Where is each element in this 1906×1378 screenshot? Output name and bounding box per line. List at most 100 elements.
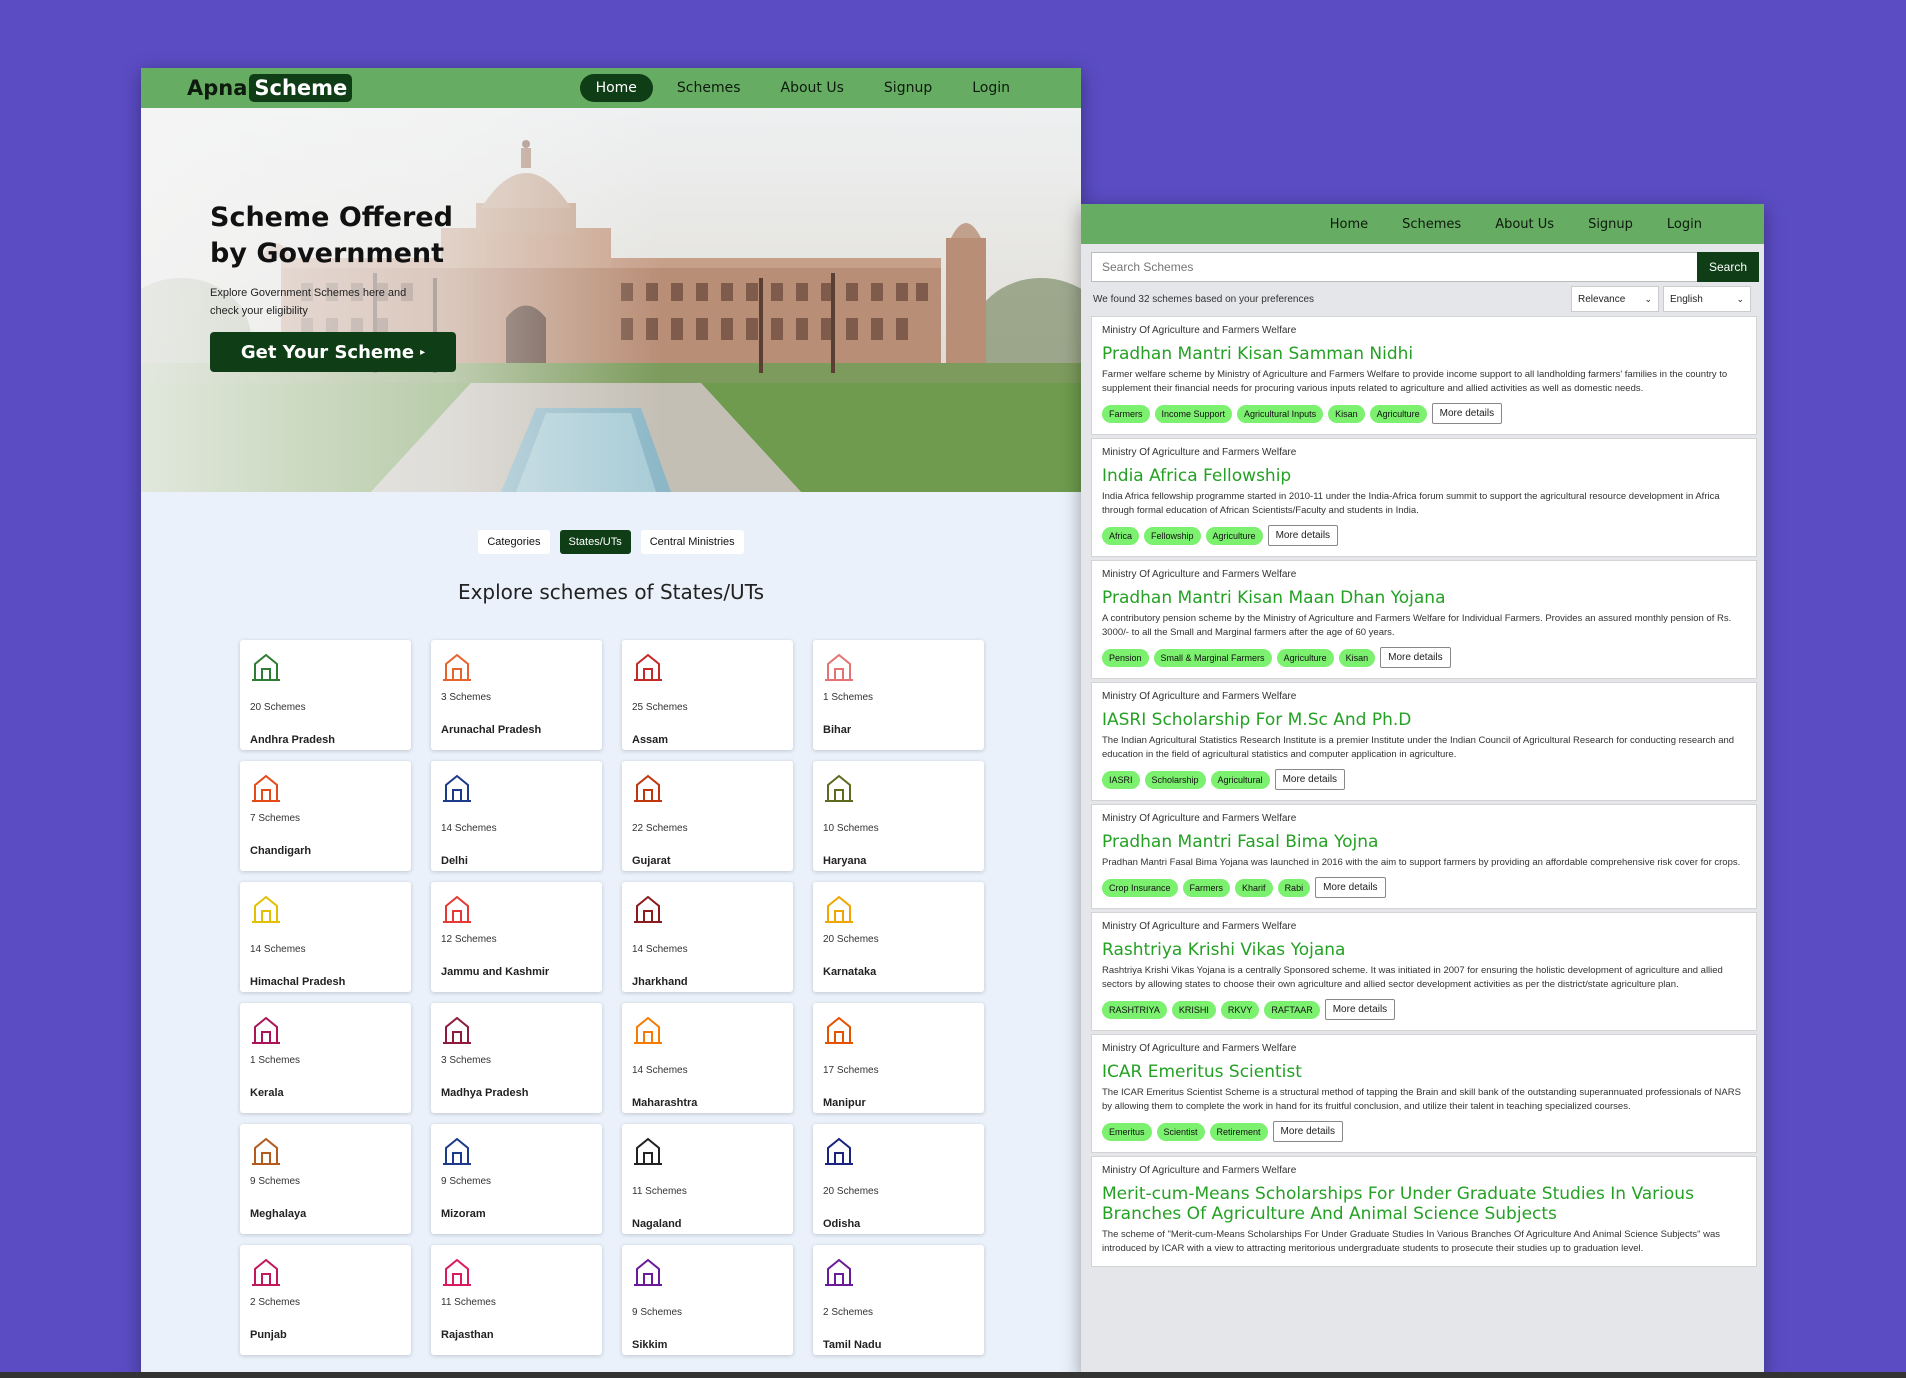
state-card[interactable]: 25 Schemes Assam bbox=[622, 640, 793, 750]
home-page-window: Apna Scheme Home Schemes About Us Signup… bbox=[141, 68, 1081, 1378]
scheme-tag[interactable]: Farmers bbox=[1182, 878, 1231, 897]
scheme-tag[interactable]: Kisan bbox=[1338, 648, 1376, 667]
scheme-title[interactable]: IASRI Scholarship For M.Sc And Ph.D bbox=[1102, 710, 1746, 730]
state-card[interactable]: 14 Schemes Maharashtra bbox=[622, 1003, 793, 1113]
open-hand-icon bbox=[252, 774, 280, 802]
nav-signup[interactable]: Signup bbox=[1574, 212, 1647, 237]
scheme-description: India Africa fellowship programme starte… bbox=[1102, 491, 1720, 516]
nav-home[interactable]: Home bbox=[579, 74, 653, 102]
nav-login[interactable]: Login bbox=[956, 74, 1026, 102]
scheme-title[interactable]: Pradhan Mantri Kisan Maan Dhan Yojana bbox=[1102, 588, 1746, 608]
nav-links: Home Schemes About Us Signup Login bbox=[579, 73, 1026, 103]
scheme-tag[interactable]: IASRI bbox=[1102, 770, 1140, 789]
state-card[interactable]: 3 Schemes Madhya Pradesh bbox=[431, 1003, 602, 1113]
state-name: Odisha bbox=[823, 1218, 861, 1230]
more-details-button[interactable]: More details bbox=[1380, 647, 1451, 668]
more-details-button[interactable]: More details bbox=[1272, 1121, 1344, 1142]
scheme-tag[interactable]: Small & Marginal Farmers bbox=[1153, 648, 1272, 667]
scheme-tag[interactable]: Income Support bbox=[1154, 404, 1233, 423]
tab-states-uts[interactable]: States/UTs bbox=[559, 530, 631, 554]
state-name: Mizoram bbox=[441, 1208, 486, 1220]
nav-about-us[interactable]: About Us bbox=[1481, 212, 1568, 237]
state-name: Haryana bbox=[823, 855, 867, 867]
scheme-count: 11 Schemes bbox=[441, 1297, 496, 1308]
scheme-title[interactable]: Rashtriya Krishi Vikas Yojana bbox=[1102, 940, 1746, 960]
nav-links: Home Schemes About Us Signup Login bbox=[1316, 210, 1716, 238]
state-card[interactable]: 9 Schemes Sikkim bbox=[622, 1245, 793, 1355]
state-card[interactable]: 20 Schemes Andhra Pradesh bbox=[240, 640, 411, 750]
more-details-button[interactable]: More details bbox=[1324, 999, 1396, 1020]
scheme-tag[interactable]: Pension bbox=[1102, 648, 1149, 667]
nav-login[interactable]: Login bbox=[1653, 212, 1716, 237]
scheme-title[interactable]: India Africa Fellowship bbox=[1102, 466, 1746, 486]
scheme-tag[interactable]: RAFTAAR bbox=[1264, 1000, 1320, 1019]
scheme-tag[interactable]: Kharif bbox=[1235, 878, 1273, 897]
stepwell-icon bbox=[634, 774, 662, 802]
state-card[interactable]: 1 Schemes Kerala bbox=[240, 1003, 411, 1113]
scheme-title[interactable]: ICAR Emeritus Scientist bbox=[1102, 1062, 1746, 1082]
scheme-tag[interactable]: Farmers bbox=[1102, 404, 1150, 423]
get-your-scheme-button[interactable]: Get Your Scheme ▸ bbox=[210, 332, 456, 372]
state-card[interactable]: 20 Schemes Karnataka bbox=[813, 882, 984, 992]
scheme-tag[interactable]: KRISHI bbox=[1171, 1000, 1216, 1019]
state-name: Gujarat bbox=[632, 855, 671, 867]
nav-about-us[interactable]: About Us bbox=[765, 74, 860, 102]
more-details-button[interactable]: More details bbox=[1267, 525, 1339, 546]
scheme-tag[interactable]: Agriculture bbox=[1205, 526, 1263, 545]
tab-categories[interactable]: Categories bbox=[478, 530, 550, 554]
top-navbar: Home Schemes About Us Signup Login bbox=[1081, 204, 1764, 244]
scheme-title[interactable]: Pradhan Mantri Fasal Bima Yojna bbox=[1102, 832, 1746, 852]
state-name: Kerala bbox=[250, 1087, 284, 1099]
sort-select[interactable]: Relevance ⌄ bbox=[1571, 286, 1659, 312]
state-card[interactable]: 1 Schemes Bihar bbox=[813, 640, 984, 750]
scheme-tag[interactable]: Africa bbox=[1102, 526, 1140, 545]
scheme-title[interactable]: Pradhan Mantri Kisan Samman Nidhi bbox=[1102, 344, 1746, 364]
scheme-tag[interactable]: Scholarship bbox=[1144, 770, 1206, 789]
state-card[interactable]: 7 Schemes Chandigarh bbox=[240, 761, 411, 871]
scheme-tag[interactable]: Emeritus bbox=[1102, 1122, 1152, 1141]
more-details-button[interactable]: More details bbox=[1315, 877, 1386, 898]
scheme-tag[interactable]: RKVY bbox=[1220, 1000, 1260, 1019]
logo[interactable]: Apna Scheme bbox=[187, 71, 353, 105]
scheme-tag[interactable]: Retirement bbox=[1209, 1122, 1268, 1141]
state-card[interactable]: 14 Schemes Delhi bbox=[431, 761, 602, 871]
state-card[interactable]: 22 Schemes Gujarat bbox=[622, 761, 793, 871]
nav-schemes[interactable]: Schemes bbox=[1388, 212, 1475, 237]
state-card[interactable]: 10 Schemes Haryana bbox=[813, 761, 984, 871]
scheme-count: 12 Schemes bbox=[441, 934, 497, 945]
state-card[interactable]: 3 Schemes Arunachal Pradesh bbox=[431, 640, 602, 750]
state-card[interactable]: 2 Schemes Punjab bbox=[240, 1245, 411, 1355]
state-name: Sikkim bbox=[632, 1339, 668, 1351]
state-card[interactable]: 9 Schemes Meghalaya bbox=[240, 1124, 411, 1234]
scheme-tag[interactable]: Fellowship bbox=[1144, 526, 1201, 545]
state-card[interactable]: 11 Schemes Nagaland bbox=[622, 1124, 793, 1234]
scheme-tag[interactable]: Agricultural Inputs bbox=[1237, 404, 1324, 423]
scheme-ministry: Ministry Of Agriculture and Farmers Welf… bbox=[1102, 569, 1297, 580]
state-card[interactable]: 2 Schemes Tamil Nadu bbox=[813, 1245, 984, 1355]
scheme-tag[interactable]: Rabi bbox=[1277, 878, 1311, 897]
search-input[interactable] bbox=[1091, 252, 1697, 282]
state-card[interactable]: 14 Schemes Jharkhand bbox=[622, 882, 793, 992]
scheme-tag[interactable]: Crop Insurance bbox=[1102, 878, 1178, 897]
scheme-tag[interactable]: RASHTRIYA bbox=[1102, 1000, 1167, 1019]
scheme-tag[interactable]: Agriculture bbox=[1276, 648, 1334, 667]
scheme-title[interactable]: Merit-cum-Means Scholarships For Under G… bbox=[1102, 1184, 1746, 1224]
scheme-tag[interactable]: Kisan bbox=[1328, 404, 1365, 423]
tab-central-ministries[interactable]: Central Ministries bbox=[640, 530, 744, 554]
more-details-button[interactable]: More details bbox=[1274, 769, 1346, 790]
search-button[interactable]: Search bbox=[1697, 252, 1759, 282]
nav-home[interactable]: Home bbox=[1316, 212, 1382, 237]
state-card[interactable]: 14 Schemes Himachal Pradesh bbox=[240, 882, 411, 992]
state-card[interactable]: 9 Schemes Mizoram bbox=[431, 1124, 602, 1234]
state-card[interactable]: 17 Schemes Manipur bbox=[813, 1003, 984, 1113]
scheme-tag[interactable]: Agriculture bbox=[1369, 404, 1427, 423]
nav-schemes[interactable]: Schemes bbox=[661, 74, 757, 102]
language-select[interactable]: English ⌄ bbox=[1663, 286, 1751, 312]
state-card[interactable]: 12 Schemes Jammu and Kashmir bbox=[431, 882, 602, 992]
state-card[interactable]: 11 Schemes Rajasthan bbox=[431, 1245, 602, 1355]
state-card[interactable]: 20 Schemes Odisha bbox=[813, 1124, 984, 1234]
scheme-tag[interactable]: Agricultural bbox=[1210, 770, 1270, 789]
more-details-button[interactable]: More details bbox=[1431, 403, 1503, 424]
nav-signup[interactable]: Signup bbox=[868, 74, 948, 102]
scheme-tag[interactable]: Scientist bbox=[1156, 1122, 1205, 1141]
